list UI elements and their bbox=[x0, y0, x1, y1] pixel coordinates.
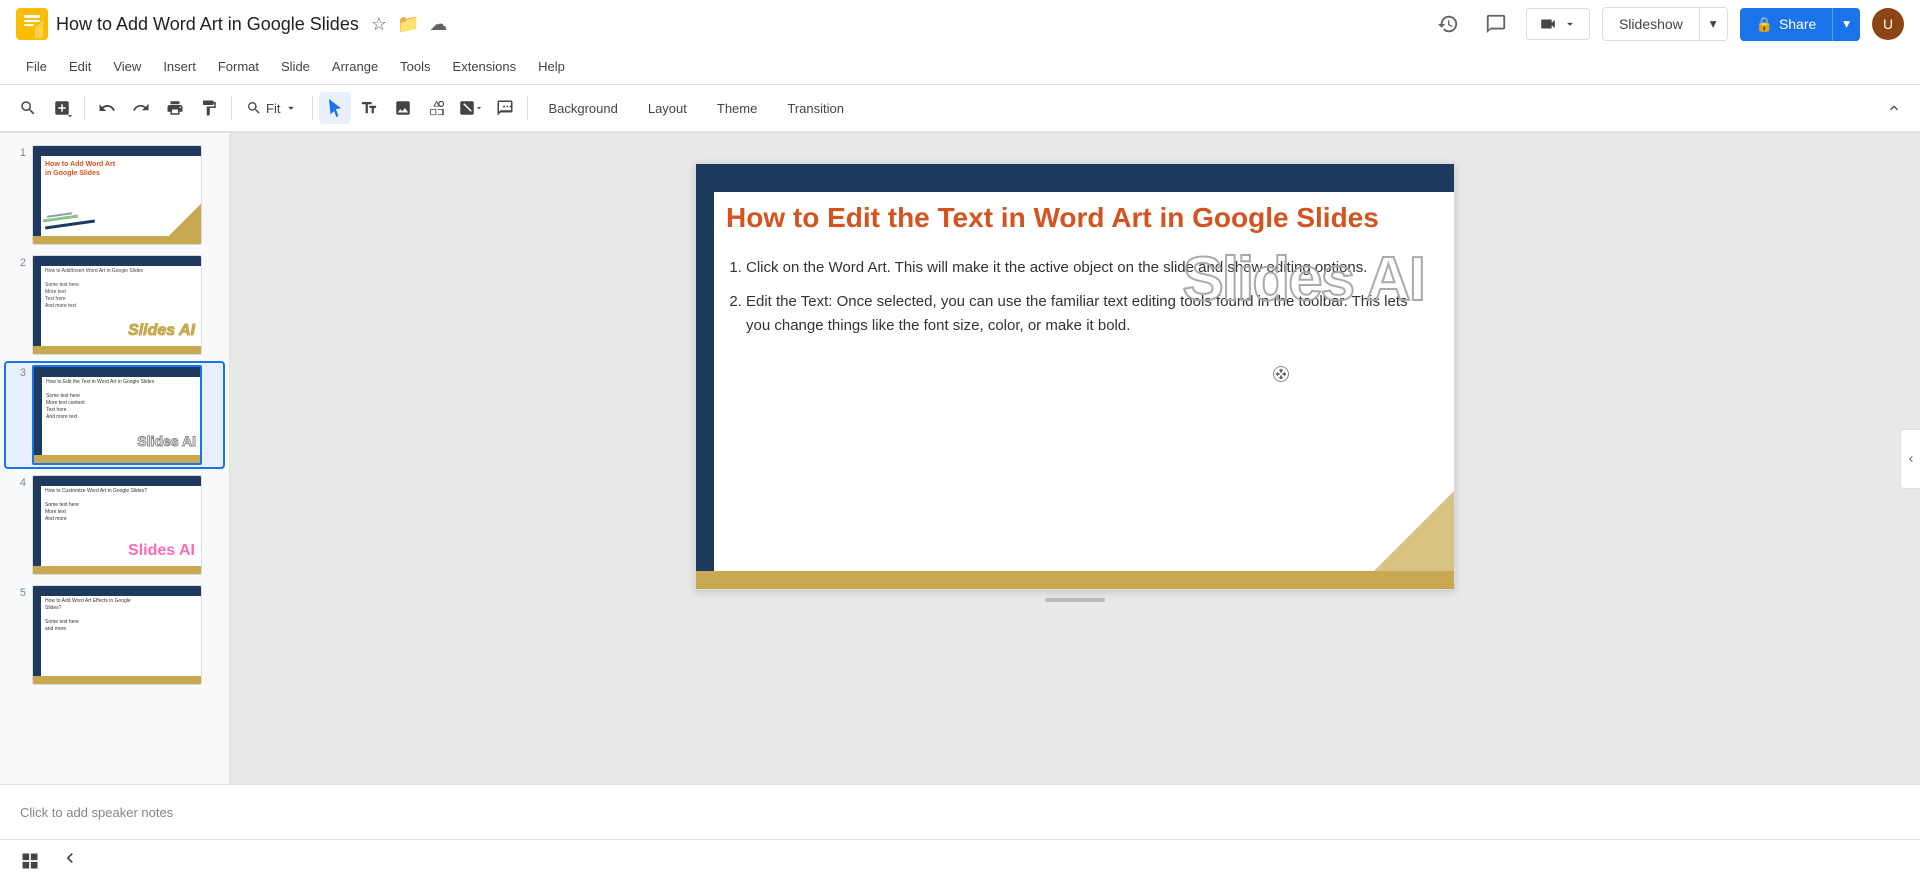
paint-format-button[interactable] bbox=[193, 92, 225, 124]
undo-button[interactable] bbox=[91, 92, 123, 124]
zoom-button[interactable]: Fit bbox=[238, 96, 306, 120]
separator-3 bbox=[312, 96, 313, 120]
word-art[interactable]: Slides AI bbox=[1182, 244, 1424, 315]
grid-view-button[interactable] bbox=[16, 847, 44, 875]
slide-thumbnail-3[interactable]: 3 How to Edit the Text in Word Art in Go… bbox=[4, 361, 225, 469]
speaker-notes[interactable]: Click to add speaker notes bbox=[0, 784, 1920, 839]
shapes-tool-button[interactable] bbox=[421, 92, 453, 124]
bottom-bar bbox=[0, 839, 1920, 881]
share-dropdown-button[interactable]: ▾ bbox=[1832, 8, 1860, 41]
separator-2 bbox=[231, 96, 232, 120]
comments-icon[interactable] bbox=[1478, 6, 1514, 42]
slide-title: How to Edit the Text in Word Art in Goog… bbox=[726, 200, 1434, 236]
comment-button[interactable] bbox=[489, 92, 521, 124]
toolbar: Fit Background Layout Theme Transition bbox=[0, 84, 1920, 132]
menu-slide[interactable]: Slide bbox=[271, 55, 320, 78]
menu-tools[interactable]: Tools bbox=[390, 55, 440, 78]
slide-left-decoration bbox=[696, 192, 714, 571]
slide-thumb-4: How to Customize Word Art in Google Slid… bbox=[32, 475, 202, 575]
slideshow-button-group: Slideshow ▾ bbox=[1602, 7, 1728, 41]
word-art-move-handle[interactable] bbox=[1273, 366, 1289, 382]
top-bar: How to Add Word Art in Google Slides ☆ 📁… bbox=[0, 0, 1920, 133]
main-slide[interactable]: How to Edit the Text in Word Art in Goog… bbox=[695, 163, 1455, 590]
slide-number-2: 2 bbox=[10, 255, 26, 269]
transition-button[interactable]: Transition bbox=[773, 95, 858, 122]
slide-thumbnail-4[interactable]: 4 How to Customize Word Art in Google Sl… bbox=[4, 471, 225, 579]
menu-insert[interactable]: Insert bbox=[153, 55, 206, 78]
zoom-label: Fit bbox=[266, 101, 280, 116]
slide-thumbnail-5[interactable]: 5 How to Add Word Art Effects in Google … bbox=[4, 581, 225, 689]
add-slide-button[interactable] bbox=[46, 92, 78, 124]
star-icon[interactable]: ☆ bbox=[371, 14, 387, 35]
share-lock-icon: 🔒 bbox=[1756, 16, 1773, 33]
slide1-title-text: How to Add Word Artin Google Slides bbox=[45, 160, 197, 178]
lines-tool-button[interactable] bbox=[455, 92, 487, 124]
separator-4 bbox=[527, 96, 528, 120]
header-right: Slideshow ▾ 🔒 Share ▾ U bbox=[1430, 6, 1904, 42]
search-button[interactable] bbox=[12, 92, 44, 124]
app-icon bbox=[16, 8, 48, 40]
print-button[interactable] bbox=[159, 92, 191, 124]
slide-thumb-2: How to Add/Insert Word Art in Google Sli… bbox=[32, 255, 202, 355]
slide-thumbnail-2[interactable]: 2 How to Add/Insert Word Art in Google S… bbox=[4, 251, 225, 359]
panel-toggle-button[interactable] bbox=[52, 844, 88, 877]
redo-button[interactable] bbox=[125, 92, 157, 124]
share-button-group: 🔒 Share ▾ bbox=[1740, 8, 1861, 41]
select-cursor-button[interactable] bbox=[319, 92, 351, 124]
slideshow-dropdown-button[interactable]: ▾ bbox=[1699, 8, 1727, 40]
slide-number-1: 1 bbox=[10, 145, 26, 159]
slide-thumb-3: How to Edit the Text in Word Art in Goog… bbox=[32, 365, 202, 465]
menu-format[interactable]: Format bbox=[208, 55, 269, 78]
menu-file[interactable]: File bbox=[16, 55, 57, 78]
slide-wrapper: How to Edit the Text in Word Art in Goog… bbox=[695, 163, 1455, 590]
share-button[interactable]: 🔒 Share bbox=[1740, 8, 1833, 41]
collapse-toolbar-button[interactable] bbox=[1880, 94, 1908, 122]
folder-icon[interactable]: 📁 bbox=[397, 14, 419, 35]
speaker-notes-placeholder[interactable]: Click to add speaker notes bbox=[20, 805, 173, 820]
menu-view[interactable]: View bbox=[103, 55, 151, 78]
doc-title: How to Add Word Art in Google Slides bbox=[56, 14, 359, 35]
cloud-icon: ☁ bbox=[429, 14, 447, 35]
user-avatar[interactable]: U bbox=[1872, 8, 1904, 40]
menu-bar: File Edit View Insert Format Slide Arran… bbox=[0, 48, 1920, 84]
slide-panel: 1 How to Add Word Artin Google Slides 2 … bbox=[0, 133, 230, 784]
right-panel-collapse[interactable] bbox=[1900, 429, 1920, 489]
slide-thumbnail-1[interactable]: 1 How to Add Word Artin Google Slides bbox=[4, 141, 225, 249]
slide-thumb-1: How to Add Word Artin Google Slides bbox=[32, 145, 202, 245]
menu-arrange[interactable]: Arrange bbox=[322, 55, 388, 78]
slide-bottom-decoration bbox=[696, 571, 1454, 589]
slide-number-4: 4 bbox=[10, 475, 26, 489]
meet-button[interactable] bbox=[1526, 8, 1590, 40]
menu-edit[interactable]: Edit bbox=[59, 55, 101, 78]
slide-progress-indicator bbox=[1045, 598, 1105, 602]
separator-1 bbox=[84, 96, 85, 120]
layout-button[interactable]: Layout bbox=[634, 95, 701, 122]
menu-help[interactable]: Help bbox=[528, 55, 575, 78]
menu-extensions[interactable]: Extensions bbox=[443, 55, 527, 78]
theme-button[interactable]: Theme bbox=[703, 95, 771, 122]
canvas-area[interactable]: How to Edit the Text in Word Art in Goog… bbox=[230, 133, 1920, 784]
slide-thumb-5: How to Add Word Art Effects in Google Sl… bbox=[32, 585, 202, 685]
slide-number-3: 3 bbox=[10, 365, 26, 379]
history-icon[interactable] bbox=[1430, 6, 1466, 42]
share-label: Share bbox=[1779, 16, 1816, 32]
image-tool-button[interactable] bbox=[387, 92, 419, 124]
text-tool-button[interactable] bbox=[353, 92, 385, 124]
slide-number-5: 5 bbox=[10, 585, 26, 599]
title-bar: How to Add Word Art in Google Slides ☆ 📁… bbox=[0, 0, 1920, 48]
slide-top-decoration bbox=[696, 164, 1454, 192]
background-button[interactable]: Background bbox=[534, 95, 631, 122]
slideshow-button[interactable]: Slideshow bbox=[1603, 8, 1699, 40]
main-area: 1 How to Add Word Artin Google Slides 2 … bbox=[0, 133, 1920, 784]
